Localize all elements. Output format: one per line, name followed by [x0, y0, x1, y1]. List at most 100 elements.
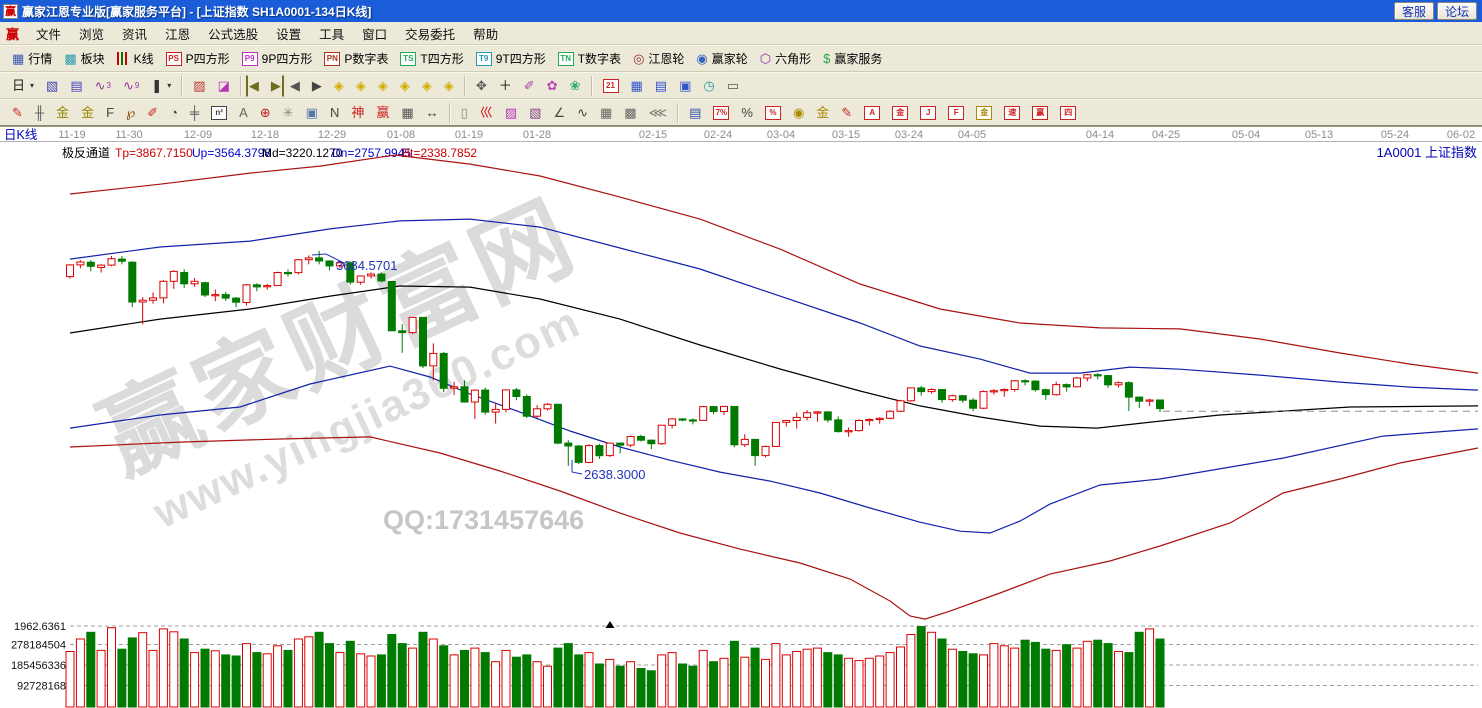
analyze-tool-button[interactable]: ❀ — [564, 75, 587, 97]
9t-square-button[interactable]: T99T四方形 — [470, 48, 552, 70]
save-tool-button[interactable]: ▣ — [673, 75, 697, 97]
fan-box-2-button[interactable]: ▧ — [523, 102, 547, 124]
grid-lines-button[interactable]: ╪ — [184, 102, 205, 124]
pen-tool-button[interactable]: ✎ — [6, 102, 29, 124]
first-page-button[interactable]: ◀ — [246, 75, 265, 97]
gold-ratio-1-button[interactable]: 金 — [50, 102, 75, 124]
flower-mark-tool-button[interactable]: ✿ — [541, 75, 564, 97]
calculator-tool-button[interactable]: ▦ — [625, 75, 649, 97]
box-tool-button[interactable]: ▯ — [455, 102, 474, 124]
speed-angle-button[interactable]: 速 — [998, 102, 1026, 124]
gann-ruler-button[interactable]: ╫ — [29, 102, 50, 124]
menu-item-settings[interactable]: 设置 — [267, 21, 310, 46]
wave-9-button[interactable]: ∿9 — [117, 75, 145, 97]
gold-circle-button[interactable]: ◉ — [787, 102, 810, 124]
brush-tool-button[interactable]: ✐ — [141, 102, 164, 124]
winner-wheel-button[interactable]: ◉赢家轮 — [690, 48, 753, 70]
customer-service-button[interactable]: 客服 — [1394, 2, 1434, 20]
menu-item-gann[interactable]: 江恩 — [156, 21, 199, 46]
gold-ratio-2-button[interactable]: 金 — [75, 102, 100, 124]
sectors-button[interactable]: ▩板块 — [58, 48, 110, 70]
percent-lines-button[interactable]: % — [759, 102, 787, 124]
notepad-tool-button[interactable]: ▤ — [649, 75, 673, 97]
quotes-button[interactable]: ▦行情 — [6, 48, 58, 70]
gold-lines-button[interactable]: 金 — [810, 102, 835, 124]
win-tool-button[interactable]: 赢 — [370, 102, 395, 124]
spiral-tool-button[interactable]: ℘ — [120, 102, 141, 124]
square-spiral-button[interactable]: ▣ — [300, 102, 324, 124]
percent-button[interactable]: % — [735, 102, 759, 124]
kline-button[interactable]: K线 — [111, 48, 160, 70]
zoom-mark-tool-button[interactable]: ✐ — [518, 75, 541, 97]
shen-tool-button[interactable]: 神 — [345, 102, 370, 124]
wave-3-button[interactable]: ∿3 — [89, 75, 117, 97]
forum-button[interactable]: 论坛 — [1437, 2, 1477, 20]
last-page-button[interactable]: ▶ — [265, 75, 284, 97]
fan-lines-button[interactable]: 巛 — [474, 102, 499, 124]
percent-7-button[interactable]: 7% — [707, 102, 735, 124]
gann-wheel-button[interactable]: ◎江恩轮 — [627, 48, 690, 70]
chart-period-label[interactable]: 日K线 — [4, 128, 38, 142]
hexagon-button[interactable]: ⬡六角形 — [754, 48, 817, 70]
p-number-table-button[interactable]: PNP数字表 — [318, 48, 394, 70]
angle-a-button[interactable]: A — [233, 102, 254, 124]
candle-style-button[interactable]: ❚▾ — [145, 75, 177, 97]
winner-service-button[interactable]: $赢家服务 — [817, 48, 888, 70]
menu-item-browse[interactable]: 浏览 — [70, 21, 113, 46]
fan-box-button[interactable]: ▨ — [499, 102, 523, 124]
f-lines-button[interactable]: F — [100, 102, 120, 124]
n-square-icon: n² — [211, 106, 227, 120]
color-chart-button[interactable]: ◪ — [212, 75, 236, 97]
t-number-table-button[interactable]: TNT数字表 — [552, 48, 627, 70]
menu-item-help[interactable]: 帮助 — [464, 21, 507, 46]
win-angle-button[interactable]: 赢 — [1026, 102, 1054, 124]
star-circle-button[interactable]: ✳ — [277, 102, 300, 124]
circle-cross-button[interactable]: ⊕ — [254, 102, 277, 124]
hand-tool-button[interactable]: ✥ — [470, 75, 493, 97]
9p-square-button[interactable]: P99P四方形 — [236, 48, 319, 70]
n-square-button[interactable]: n² — [205, 102, 233, 124]
time-cycle-button[interactable]: ◔ — [164, 102, 184, 124]
stats-bars-button[interactable]: ▤ — [683, 102, 707, 124]
h-span-button[interactable]: ↔ — [420, 102, 445, 124]
menu-item-formula-stock-pick[interactable]: 公式选股 — [199, 21, 267, 46]
gann-diamond-h-button[interactable]: ◈ — [372, 75, 394, 97]
menu-item-tools[interactable]: 工具 — [310, 21, 353, 46]
kline-chart[interactable]: 赢家财富网www.yingjia360.comQQ:173145764611-1… — [0, 127, 1482, 708]
mosaic-chart-button[interactable]: ▨ — [187, 75, 211, 97]
calendar-tool-button[interactable]: 21 — [597, 75, 625, 97]
t-square-button[interactable]: TST四方形 — [394, 48, 469, 70]
a-wave-button[interactable]: A — [858, 102, 886, 124]
next-page-button[interactable]: ▶ — [306, 75, 328, 97]
gann-diamond-left-button[interactable]: ◈ — [328, 75, 350, 97]
gold-angle-2-button[interactable]: 金 — [970, 102, 998, 124]
parallel-lines-button[interactable]: ⋘ — [643, 102, 674, 124]
grid-2-button[interactable]: ▩ — [618, 102, 642, 124]
f-angle-button[interactable]: F — [942, 102, 970, 124]
p-square-button[interactable]: PSP四方形 — [160, 48, 236, 70]
prev-page-button[interactable]: ◀ — [284, 75, 306, 97]
j-angle-button[interactable]: J — [914, 102, 942, 124]
pen-angle-button[interactable]: ✎ — [835, 102, 858, 124]
crosshair-tool-button[interactable]: ＋ — [493, 75, 518, 97]
n-wave-button[interactable]: N — [324, 102, 345, 124]
menu-item-trade-order[interactable]: 交易委托 — [396, 21, 464, 46]
gann-diamond-plus-button[interactable]: ◈ — [416, 75, 438, 97]
wave-line-button[interactable]: ∿ — [571, 102, 594, 124]
menu-item-window[interactable]: 窗口 — [353, 21, 396, 46]
period-daily-button[interactable]: 日▾ — [6, 75, 40, 97]
angle-line-button[interactable]: ∠ — [547, 102, 571, 124]
gann-diamond-right-button[interactable]: ◈ — [350, 75, 372, 97]
grid-1-button[interactable]: ▦ — [594, 102, 618, 124]
world-clock-tool-button[interactable]: ◷ — [697, 75, 720, 97]
gold-angle-button[interactable]: 金 — [886, 102, 914, 124]
chart-window-button[interactable]: ▧ — [40, 75, 64, 97]
four-angle-button[interactable]: 四 — [1054, 102, 1082, 124]
grid-box-button[interactable]: ▦ — [395, 102, 419, 124]
menu-item-news[interactable]: 资讯 — [113, 21, 156, 46]
menu-item-file[interactable]: 文件 — [27, 21, 70, 46]
note-view-button[interactable]: ▤ — [64, 75, 88, 97]
gann-diamond-star-button[interactable]: ◈ — [438, 75, 460, 97]
gann-diamond-x-button[interactable]: ◈ — [394, 75, 416, 97]
print-tool-button[interactable]: ▭ — [721, 75, 745, 97]
